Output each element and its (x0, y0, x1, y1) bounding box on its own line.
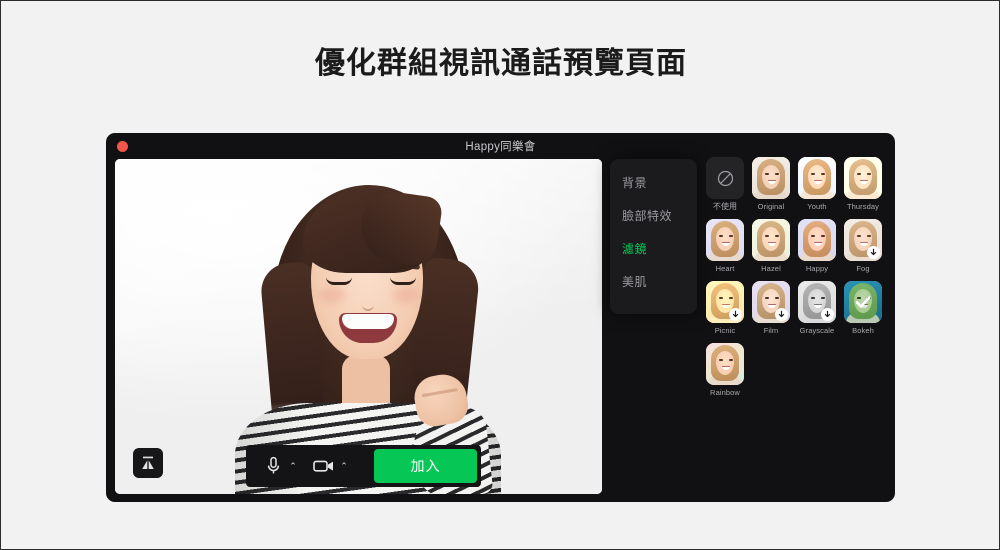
filter-selected-check-icon (844, 281, 882, 323)
effects-menu-panel: 背景 臉部特效 濾鏡 美肌 (610, 159, 697, 314)
filter-option-grayscale[interactable] (798, 281, 836, 323)
no-filter-icon (717, 170, 733, 186)
filter-option-heart[interactable] (706, 219, 744, 261)
window-titlebar: Happy同樂會 (106, 133, 895, 158)
filter-cell-bokeh: Bokeh (844, 281, 882, 336)
window-title: Happy同樂會 (465, 141, 536, 153)
filter-row: 不使用 Original Youth Thursday (706, 157, 890, 212)
app-window: Happy同樂會 ⌃ ⌃ 加入 背景 臉部特效 濾鏡 美肌 不使用 Origin… (106, 133, 895, 502)
self-view-subject (115, 159, 602, 494)
filter-preview-thumbnail (798, 219, 836, 261)
filter-option-hazel[interactable] (752, 219, 790, 261)
download-filter-icon[interactable] (821, 308, 834, 321)
menu-item-beauty[interactable]: 美肌 (622, 274, 697, 290)
microphone-icon (262, 455, 284, 477)
filter-option-thursday[interactable] (844, 157, 882, 199)
filter-option-film[interactable] (752, 281, 790, 323)
filter-cell-不使用: 不使用 (706, 157, 744, 212)
filter-label: Youth (807, 202, 827, 211)
filter-cell-film: Film (752, 281, 790, 336)
menu-item-filters[interactable]: 濾鏡 (622, 241, 697, 257)
filter-cell-original: Original (752, 157, 790, 212)
filter-cell-grayscale: Grayscale (798, 281, 836, 336)
mirror-flip-button[interactable] (133, 448, 163, 478)
filter-option-happy[interactable] (798, 219, 836, 261)
filter-preview-thumbnail (706, 343, 744, 385)
filter-preview-thumbnail (798, 157, 836, 199)
filter-option-fog[interactable] (844, 219, 882, 261)
download-filter-icon[interactable] (867, 246, 880, 259)
microphone-button[interactable] (262, 455, 284, 477)
filter-option-picnic[interactable] (706, 281, 744, 323)
filter-cell-rainbow: Rainbow (706, 343, 744, 398)
page-title: 優化群組視訊通話預覽頁面 (315, 47, 687, 80)
filter-label: Heart (715, 264, 735, 273)
download-filter-icon[interactable] (729, 308, 742, 321)
filter-cell-heart: Heart (706, 219, 744, 274)
filter-preview-thumbnail (844, 157, 882, 199)
filter-label: Bokeh (852, 326, 874, 335)
filter-label: Happy (805, 264, 829, 273)
filter-label: Original (757, 202, 785, 211)
filter-cell-thursday: Thursday (844, 157, 882, 212)
filter-option-rainbow[interactable] (706, 343, 744, 385)
filter-grid: 不使用 Original Youth Thursday Heart Hazel Happy F… (706, 157, 890, 405)
filter-label: Hazel (761, 264, 781, 273)
filter-cell-youth: Youth (798, 157, 836, 212)
filter-cell-hazel: Hazel (752, 219, 790, 274)
filter-label: 不使用 (712, 202, 738, 211)
filter-preview-thumbnail (752, 157, 790, 199)
video-preview[interactable]: ⌃ ⌃ 加入 (115, 159, 602, 494)
microphone-options-chevron[interactable]: ⌃ (285, 445, 301, 487)
filter-row: Picnic Film Grayscale Bokeh (706, 281, 890, 336)
camera-options-chevron[interactable]: ⌃ (336, 445, 352, 487)
menu-item-face-effects[interactable]: 臉部特效 (622, 208, 697, 224)
filter-label: Film (763, 326, 779, 335)
join-button[interactable]: 加入 (374, 449, 477, 483)
filter-option-original[interactable] (752, 157, 790, 199)
filter-label: Rainbow (710, 388, 740, 397)
filter-row: Heart Hazel Happy Fog (706, 219, 890, 274)
download-filter-icon[interactable] (775, 308, 788, 321)
filter-preview-thumbnail (752, 219, 790, 261)
filter-cell-picnic: Picnic (706, 281, 744, 336)
video-camera-icon (313, 455, 335, 477)
filter-cell-happy: Happy (798, 219, 836, 274)
filter-label: Picnic (714, 326, 736, 335)
call-control-bar: ⌃ ⌃ 加入 (246, 445, 481, 487)
filter-preview-thumbnail (706, 219, 744, 261)
filter-label: Fog (856, 264, 870, 273)
filter-label: Grayscale (799, 326, 835, 335)
menu-item-background[interactable]: 背景 (622, 175, 697, 191)
filter-label: Thursday (846, 202, 880, 211)
filter-option-bokeh[interactable] (844, 281, 882, 323)
filter-option-不使用[interactable] (706, 157, 744, 199)
camera-button[interactable] (313, 455, 335, 477)
filter-option-youth[interactable] (798, 157, 836, 199)
mirror-flip-icon (142, 456, 154, 469)
filter-cell-fog: Fog (844, 219, 882, 274)
filter-row: Rainbow (706, 343, 890, 398)
